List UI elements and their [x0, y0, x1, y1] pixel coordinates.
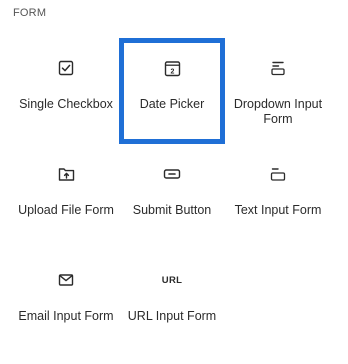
tile-label: Single Checkbox: [19, 97, 113, 111]
calendar-day-text: 2: [170, 68, 174, 75]
button-icon: [163, 165, 181, 183]
url-icon: URL: [161, 271, 183, 289]
tile-label: Email Input Form: [18, 309, 114, 323]
tile-label: Submit Button: [132, 203, 212, 217]
component-grid: Single Checkbox 2 Date Picker Dropdown I…: [13, 38, 331, 356]
dropdown-input-form-tile[interactable]: Dropdown Input Form: [225, 38, 331, 144]
folder-upload-icon: [57, 165, 75, 183]
tile-label: Date Picker: [139, 97, 205, 111]
calendar-icon: 2: [163, 59, 181, 77]
email-input-form-tile[interactable]: Email Input Form: [13, 250, 119, 356]
single-checkbox-tile[interactable]: Single Checkbox: [13, 38, 119, 144]
tile-label: URL Input Form: [127, 309, 217, 323]
url-icon-text: URL: [161, 274, 183, 286]
text-input-form-tile[interactable]: Text Input Form: [225, 144, 331, 250]
envelope-icon: [57, 271, 75, 289]
date-picker-tile[interactable]: 2 Date Picker: [119, 38, 225, 144]
section-title: FORM: [13, 7, 47, 19]
url-input-form-tile[interactable]: URL URL Input Form: [119, 250, 225, 356]
upload-file-form-tile[interactable]: Upload File Form: [13, 144, 119, 250]
submit-button-tile[interactable]: Submit Button: [119, 144, 225, 250]
tile-label: Dropdown Input Form: [233, 97, 323, 126]
dropdown-icon: [269, 59, 287, 77]
tile-label: Upload File Form: [18, 203, 114, 217]
checkbox-icon: [57, 59, 75, 77]
tile-label: Text Input Form: [234, 203, 322, 217]
text-input-icon: [269, 165, 287, 183]
